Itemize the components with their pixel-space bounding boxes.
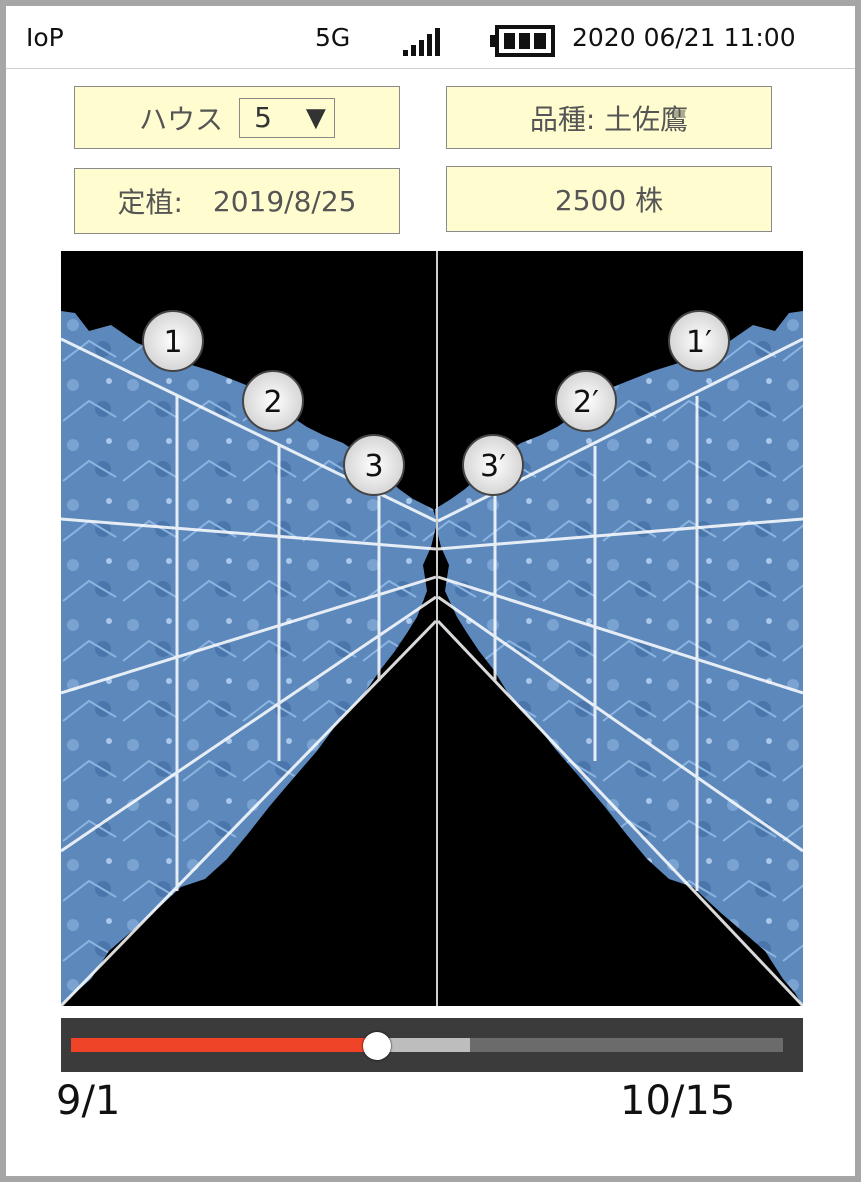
marker-2-prime[interactable]: 2′ xyxy=(555,370,617,432)
marker-3[interactable]: 3 xyxy=(343,434,405,496)
timeline-thumb[interactable] xyxy=(363,1032,392,1060)
dropdown-arrow-icon: ▼ xyxy=(305,102,326,133)
marker-3-label: 3 xyxy=(364,449,383,484)
plant-count: 2500 株 xyxy=(554,184,664,217)
status-datetime: 2020 06/21 11:00 xyxy=(572,23,796,52)
network-type: 5G xyxy=(315,23,351,52)
marker-2-prime-label: 2′ xyxy=(573,385,599,420)
variety-box: 品種: 土佐鷹 xyxy=(446,86,772,149)
plant-count-box: 2500 株 xyxy=(446,166,772,232)
marker-1-prime[interactable]: 1′ xyxy=(668,310,730,372)
signal-bars-icon xyxy=(403,28,440,56)
house-select[interactable]: 5 ▼ xyxy=(239,97,335,138)
status-bar: IoP 5G 2020 06/21 11:00 xyxy=(6,6,855,69)
timeline-start-label: 9/1 xyxy=(56,1078,121,1124)
marker-2-label: 2 xyxy=(263,385,282,420)
marker-3-prime-label: 3′ xyxy=(480,449,506,484)
timeline-track[interactable] xyxy=(71,1038,783,1052)
plant-image-viewer[interactable]: 1 2 3 1′ 2′ 3′ xyxy=(61,251,803,1006)
marker-1-prime-label: 1′ xyxy=(686,325,712,360)
timeline-end-label: 10/15 xyxy=(620,1078,736,1124)
house-label: ハウス xyxy=(139,102,224,136)
house-select-value: 5 xyxy=(254,101,272,134)
marker-3-prime[interactable]: 3′ xyxy=(462,434,524,496)
marker-2[interactable]: 2 xyxy=(242,370,304,432)
timeline-progress xyxy=(71,1038,378,1052)
variety-text: 品種: 土佐鷹 xyxy=(529,102,689,136)
app-name: IoP xyxy=(26,23,64,52)
timeline-slider[interactable] xyxy=(61,1018,803,1072)
planting-label: 定植: xyxy=(117,186,183,219)
marker-1-label: 1 xyxy=(163,325,182,360)
planting-date-box: 定植: 2019/8/25 xyxy=(74,168,400,234)
house-selector-box: ハウス 5 ▼ xyxy=(74,86,400,149)
device-frame: IoP 5G 2020 06/21 11:00 ハウス 5 ▼ 品種: 土佐鷹 … xyxy=(0,0,861,1182)
marker-1[interactable]: 1 xyxy=(142,310,204,372)
planting-date: 2019/8/25 xyxy=(212,184,357,218)
battery-full-icon xyxy=(490,25,555,57)
plant-comparison-image: 1 2 3 1′ 2′ 3′ xyxy=(61,251,803,1006)
